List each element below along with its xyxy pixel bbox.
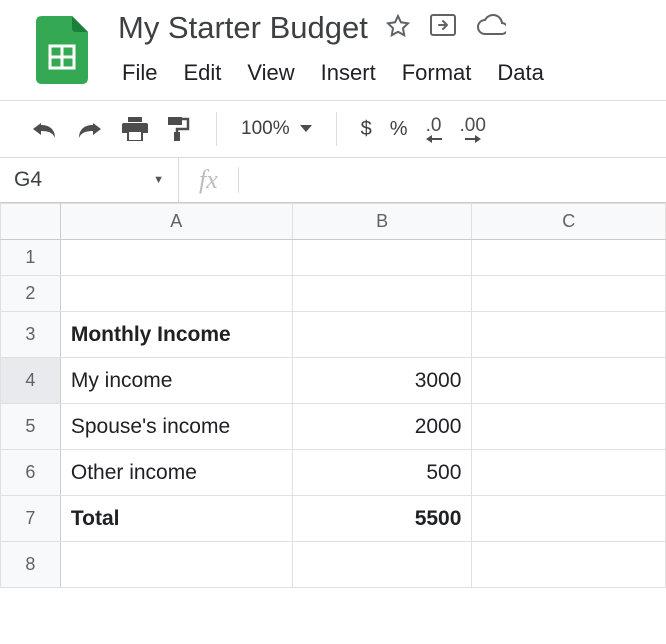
menu-file[interactable]: File (122, 60, 157, 86)
cell[interactable]: Spouse's income (60, 404, 292, 450)
decrease-decimal-button[interactable]: .0 (426, 116, 442, 143)
cell[interactable]: Other income (60, 450, 292, 496)
cell[interactable]: My income (60, 358, 292, 404)
arrow-left-icon (426, 135, 442, 143)
cell[interactable] (292, 312, 472, 358)
column-header[interactable]: C (472, 204, 666, 240)
column-header[interactable]: B (292, 204, 472, 240)
cell[interactable] (472, 542, 666, 588)
document-title[interactable]: My Starter Budget (118, 10, 380, 46)
sheets-logo[interactable] (36, 16, 88, 84)
menu-insert[interactable]: Insert (321, 60, 376, 86)
fx-label: fx (179, 165, 238, 195)
zoom-dropdown[interactable]: 100% (241, 118, 312, 140)
row-header[interactable]: 6 (1, 450, 61, 496)
name-box-value: G4 (14, 168, 42, 192)
cell[interactable] (60, 276, 292, 312)
cell[interactable] (292, 240, 472, 276)
menu-view[interactable]: View (247, 60, 294, 86)
row-header[interactable]: 8 (1, 542, 61, 588)
chevron-down-icon: ▼ (153, 174, 164, 186)
row-header[interactable]: 5 (1, 404, 61, 450)
arrow-right-icon (465, 135, 481, 143)
menu-data[interactable]: Data (497, 60, 543, 86)
undo-icon[interactable] (30, 120, 58, 138)
cell[interactable] (472, 240, 666, 276)
row-header[interactable]: 1 (1, 240, 61, 276)
redo-icon[interactable] (76, 120, 104, 138)
chevron-down-icon (300, 125, 312, 133)
row-header[interactable]: 2 (1, 276, 61, 312)
increase-decimal-label: .00 (460, 116, 486, 135)
column-header[interactable]: A (60, 204, 292, 240)
format-percent-button[interactable]: % (390, 118, 408, 141)
select-all-corner[interactable] (1, 204, 61, 240)
menu-format[interactable]: Format (402, 60, 472, 86)
cloud-icon[interactable] (476, 14, 506, 43)
cell[interactable]: Total (60, 496, 292, 542)
cell[interactable] (472, 450, 666, 496)
toolbar-divider (336, 112, 337, 146)
cell[interactable] (472, 276, 666, 312)
cell[interactable] (472, 496, 666, 542)
decrease-decimal-label: .0 (426, 116, 442, 135)
paint-format-icon[interactable] (166, 116, 192, 142)
cell[interactable] (60, 542, 292, 588)
cell[interactable] (292, 542, 472, 588)
cell[interactable] (292, 276, 472, 312)
name-box[interactable]: G4 ▼ (0, 168, 178, 192)
zoom-value: 100% (241, 118, 290, 140)
print-icon[interactable] (122, 117, 148, 141)
menu-edit[interactable]: Edit (183, 60, 221, 86)
menu-bar: File Edit View Insert Format Data (118, 60, 666, 86)
cell[interactable]: 500 (292, 450, 472, 496)
divider (238, 167, 239, 193)
toolbar-divider (216, 112, 217, 146)
row-header[interactable]: 3 (1, 312, 61, 358)
row-header[interactable]: 7 (1, 496, 61, 542)
cell[interactable] (472, 404, 666, 450)
cell[interactable]: Monthly Income (60, 312, 292, 358)
increase-decimal-button[interactable]: .00 (460, 116, 486, 143)
cell[interactable] (472, 312, 666, 358)
spreadsheet-grid[interactable]: A B C 1 2 3 Monthly Income 4 My income 3… (0, 203, 666, 588)
move-icon[interactable] (430, 14, 456, 43)
star-icon[interactable] (386, 14, 410, 43)
cell[interactable] (60, 240, 292, 276)
cell[interactable]: 3000 (292, 358, 472, 404)
row-header[interactable]: 4 (1, 358, 61, 404)
cell[interactable] (472, 358, 666, 404)
format-currency-button[interactable]: $ (361, 118, 372, 141)
cell[interactable]: 2000 (292, 404, 472, 450)
cell[interactable]: 5500 (292, 496, 472, 542)
